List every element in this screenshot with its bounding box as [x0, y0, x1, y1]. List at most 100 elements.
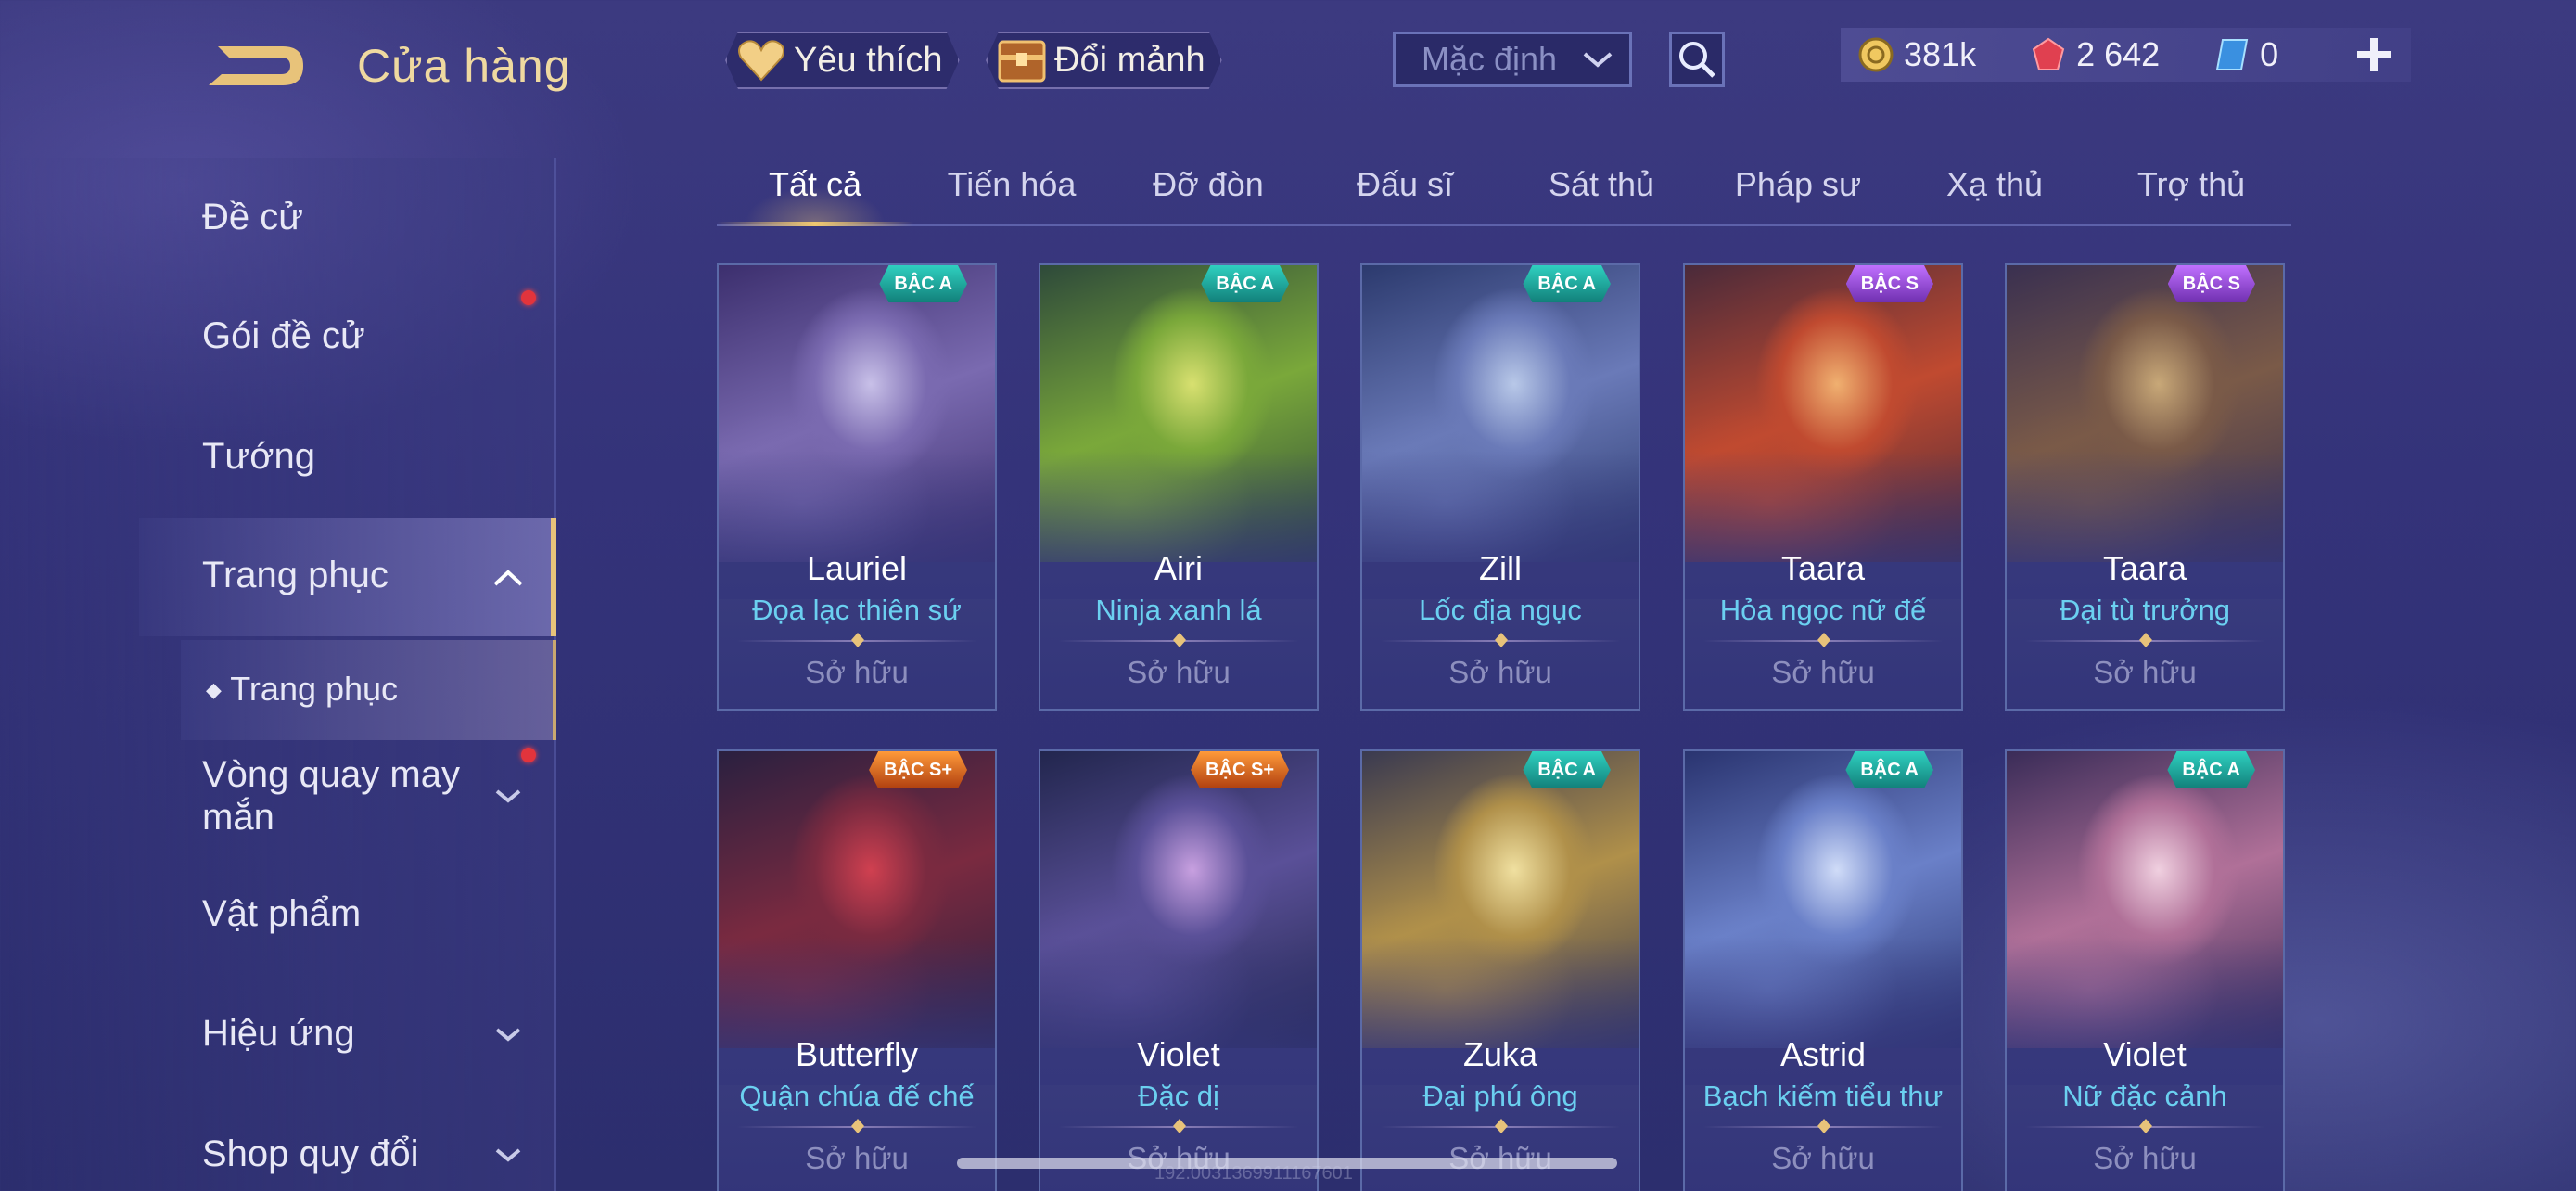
skin-name: Quận chúa đế chế	[739, 1080, 975, 1112]
diamond-icon	[851, 633, 864, 647]
sidebar-item-exchange-shop[interactable]: Shop quy đổi	[202, 1133, 419, 1175]
voucher-value: 0	[2260, 35, 2279, 73]
currency-bar: 381k 2 642 0	[1841, 28, 2411, 82]
gold-balance: 381k	[1857, 35, 1976, 74]
skin-card[interactable]: BẬC A Violet Nữ đặc cảnh Sở hữu	[2005, 749, 2285, 1191]
sort-dropdown[interactable]: Mặc định	[1393, 32, 1632, 87]
hero-name: Airi	[1154, 549, 1203, 587]
exchange-label: Đổi mảnh	[1054, 40, 1205, 80]
heart-icon	[734, 36, 788, 84]
sidebar-item-heroes[interactable]: Tướng	[202, 436, 315, 478]
tier-badge: BẬC A	[1523, 751, 1611, 788]
ruby-icon	[2030, 36, 2067, 73]
diamond-bullet-icon: ◆	[206, 678, 222, 701]
skin-card[interactable]: BẬC A Astrid Bạch kiếm tiểu thư Sở hữu	[1683, 749, 1963, 1191]
skin-card[interactable]: BẬC S Taara Hỏa ngọc nữ đế Sở hữu	[1683, 263, 1963, 711]
gold-coin-icon	[1857, 36, 1894, 73]
back-button[interactable]	[199, 37, 311, 95]
hero-name: Violet	[1137, 1035, 1220, 1073]
search-button[interactable]	[1669, 32, 1725, 87]
sidebar-item-featured[interactable]: Đề cử	[202, 197, 303, 238]
tab-marksman[interactable]: Xạ thủ	[1896, 158, 2093, 224]
tab-fighter[interactable]: Đấu sĩ	[1307, 158, 1503, 224]
skin-card[interactable]: BẬC AZukaĐại phú ôngSở hữu	[1360, 749, 1640, 1191]
tier-badge: BẬC A	[879, 265, 967, 302]
diamond-icon	[1817, 1119, 1830, 1133]
favorite-button[interactable]: Yêu thích	[725, 32, 960, 89]
owned-status: Sở hữu	[1771, 1141, 1875, 1175]
owned-status: Sở hữu	[2093, 1141, 2197, 1175]
owned-status: Sở hữu	[1448, 655, 1552, 689]
tier-badge: BẬC S+	[869, 751, 967, 788]
diamond-icon	[1173, 633, 1186, 647]
subnav-item-label: Trang phục	[230, 670, 399, 708]
skin-name: Đại phú ông	[1422, 1080, 1578, 1112]
sidebar-item-featured-packs[interactable]: Gói đề cử	[202, 315, 365, 357]
skin-name: Ninja xanh lá	[1095, 594, 1262, 626]
tab-all[interactable]: Tất cả	[717, 158, 913, 226]
skin-name: Đọa lạc thiên sứ	[752, 594, 962, 626]
hero-name: Butterfly	[795, 1035, 919, 1073]
owned-status: Sở hữu	[1771, 655, 1875, 689]
sidebar-item-lucky-spin[interactable]: Vòng quay may mắn	[202, 753, 480, 839]
diamond-icon	[1817, 633, 1830, 647]
sidebar-item-items[interactable]: Vật phẩm	[202, 893, 361, 935]
skin-card[interactable]: BẬC S+VioletĐặc dịSở hữu	[1039, 749, 1319, 1191]
diamond-icon	[2139, 633, 2152, 647]
skin-name: Đại tù trưởng	[2059, 594, 2231, 626]
chevron-down-icon	[495, 1028, 521, 1042]
owned-status: Sở hữu	[1127, 655, 1231, 689]
hero-name: Zill	[1479, 549, 1522, 587]
top-up-button[interactable]	[2351, 28, 2397, 82]
treasure-chest-icon	[995, 36, 1049, 84]
sidebar-item-effects[interactable]: Hiệu ứng	[202, 1013, 355, 1055]
tier-badge: BẬC S	[2168, 265, 2255, 302]
exchange-fragments-button[interactable]: Đổi mảnh	[986, 32, 1222, 89]
tab-support[interactable]: Trợ thủ	[2093, 158, 2289, 224]
favorite-label: Yêu thích	[794, 40, 943, 80]
hero-name: Violet	[2103, 1035, 2187, 1073]
back-arrow-icon	[209, 46, 303, 85]
notification-dot	[521, 748, 536, 762]
tier-badge: BẬC A	[1201, 265, 1289, 302]
search-icon	[1679, 42, 1715, 78]
hero-name: Zuka	[1462, 1035, 1538, 1073]
sort-label: Mặc định	[1422, 40, 1558, 78]
skin-card[interactable]: BẬC A Lauriel Đọa lạc thiên sứ Sở hữu	[717, 263, 997, 711]
owned-status: Sở hữu	[805, 655, 909, 689]
skin-name: Lốc địa ngục	[1419, 594, 1582, 626]
plus-icon	[2357, 38, 2391, 71]
diamond-icon	[1173, 1119, 1186, 1133]
skin-card[interactable]: BẬC S Taara Đại tù trưởng Sở hữu	[2005, 263, 2285, 711]
skin-name: Bạch kiếm tiểu thư	[1702, 1080, 1944, 1112]
chevron-up-icon	[493, 570, 523, 586]
ruby-value: 2 642	[2076, 35, 2161, 73]
diamond-icon	[1495, 633, 1508, 647]
hero-name: Taara	[2102, 549, 2187, 587]
diamond-icon	[1495, 1119, 1508, 1133]
tab-assassin[interactable]: Sát thủ	[1503, 158, 1700, 224]
skin-card[interactable]: BẬC A Zill Lốc địa ngục Sở hữu	[1360, 263, 1640, 711]
voucher-balance: 0	[2213, 35, 2278, 74]
skin-name: Nữ đặc cảnh	[2062, 1080, 2227, 1112]
tier-badge: BẬC S	[1846, 265, 1933, 302]
tab-mage[interactable]: Pháp sư	[1700, 158, 1896, 224]
hero-name: Lauriel	[806, 549, 908, 587]
ruby-balance: 2 642	[2030, 35, 2160, 74]
chevron-down-icon	[495, 1148, 521, 1162]
tier-badge: BẬC A	[1523, 265, 1611, 302]
skin-name: Hỏa ngọc nữ đế	[1719, 594, 1927, 626]
hero-name: Astrid	[1779, 1035, 1867, 1073]
tier-badge: BẬC A	[1845, 751, 1933, 788]
watermark: 192.0031369911167601	[1154, 1163, 1353, 1184]
sidebar-item-skins[interactable]: Trang phục	[202, 555, 389, 596]
skin-card[interactable]: BẬC S+ Butterfly Quận chúa đế chế Sở hữu	[717, 749, 997, 1191]
subnav-item-skins[interactable]: ◆ Trang phục	[206, 670, 398, 709]
tab-evolution[interactable]: Tiến hóa	[913, 158, 1110, 224]
sidebar-item-label: Trang phục	[202, 555, 389, 596]
voucher-icon	[2213, 36, 2251, 73]
skin-name: Đặc dị	[1138, 1080, 1219, 1112]
tab-tank[interactable]: Đỡ đòn	[1110, 158, 1307, 224]
hero-name: Taara	[1780, 549, 1866, 587]
skin-card[interactable]: BẬC A Airi Ninja xanh lá Sở hữu	[1039, 263, 1319, 711]
